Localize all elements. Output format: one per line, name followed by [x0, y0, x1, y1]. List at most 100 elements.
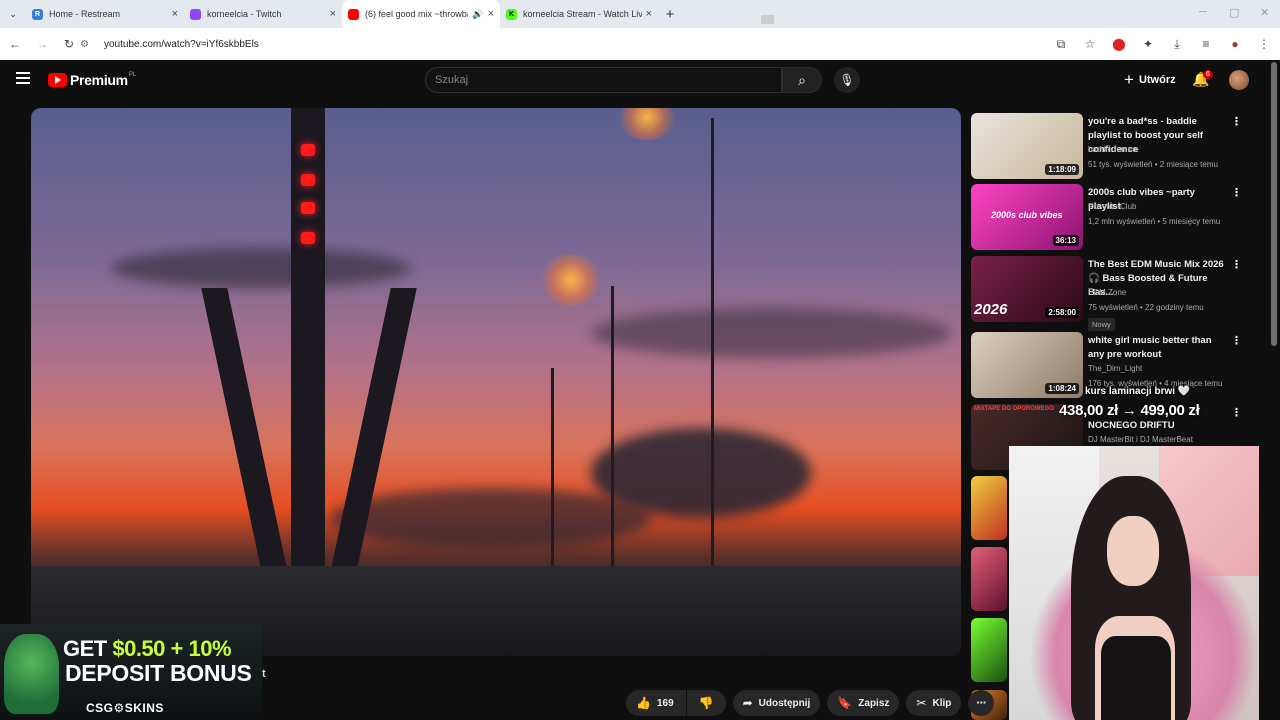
site-info-icon[interactable]: ⚙ [80, 39, 96, 50]
cloud-shape [331, 488, 651, 548]
more-options-icon[interactable]: ⋮ [1231, 186, 1242, 199]
youtube-premium-logo[interactable]: Premium PL [48, 72, 136, 88]
csgoskins-ad-banner[interactable]: GET $0.50 + 10% DEPOSIT BONUS CSG⚙SKINS [0, 624, 262, 720]
create-button[interactable]: + Utwórz [1116, 67, 1184, 93]
browser-tab-twitch[interactable]: korneelcia - Twitch × [184, 0, 342, 28]
more-options-icon[interactable]: ⋮ [1231, 406, 1242, 419]
pylon-red-light [301, 174, 315, 186]
video-thumbnail[interactable] [971, 547, 1007, 611]
close-tab-icon[interactable]: × [172, 8, 178, 20]
recommendation-item[interactable]: 2026 2:58:00 The Best EDM Music Mix 2026… [971, 256, 1261, 331]
video-thumbnail[interactable]: 2026 2:58:00 [971, 256, 1083, 322]
promo-text: kurs laminacji brwi 🤍 [1085, 386, 1191, 397]
new-tab-icon[interactable]: + [658, 0, 682, 28]
street-lamp-glow [541, 254, 601, 306]
save-button[interactable]: 🔖 Zapisz [827, 690, 900, 716]
save-label: Zapisz [858, 697, 890, 709]
browser-menu-icon[interactable]: ⋮ [1252, 32, 1276, 56]
cloud-shape [111, 248, 411, 288]
ad-mascot [4, 634, 59, 714]
menu-icon[interactable] [16, 72, 30, 84]
kick-favicon-icon: K [506, 8, 517, 20]
logo-text: Premium [70, 72, 128, 88]
ad-get-text: GET [63, 636, 113, 661]
downloads-icon[interactable]: ⤓ [1165, 32, 1189, 56]
toolbar-actions: ⧉ ☆ ⬤ ✦ ⤓ ≡ ● ⋮ [1044, 32, 1276, 56]
maximize-icon[interactable]: ▢ [1229, 6, 1239, 19]
video-title-fragment: t [262, 668, 266, 680]
like-button[interactable]: 👍 169 [626, 690, 686, 716]
bridge-pylon-leg [201, 288, 287, 568]
minimize-icon[interactable]: ─ [1199, 6, 1207, 18]
video-title[interactable]: white girl music better than any pre wor… [1088, 334, 1228, 362]
ad-brand: CSG⚙SKINS [86, 701, 164, 715]
channel-name[interactable]: Roseate Club [1088, 202, 1136, 211]
video-thumbnail[interactable] [971, 476, 1007, 540]
restream-favicon-icon: R [32, 8, 43, 20]
close-window-icon[interactable]: ✕ [1260, 6, 1269, 19]
video-title[interactable]: NOCNEGO DRIFTU [1088, 419, 1228, 433]
bookmark-star-icon[interactable]: ☆ [1078, 32, 1102, 56]
video-thumbnail[interactable]: 1:18:09 [971, 113, 1083, 179]
close-tab-icon[interactable]: × [646, 8, 652, 20]
share-button[interactable]: ➦ Udostępnij [732, 690, 821, 716]
address-bar[interactable]: ⚙ youtube.com/watch?v=iYf6skbbEls [80, 32, 1120, 56]
cloud-shape [591, 308, 951, 358]
close-tab-icon[interactable]: × [330, 8, 336, 20]
share-arrow-icon: ➦ [742, 696, 753, 710]
tab-title: (6) feel good mix ~throwba [365, 9, 469, 19]
keyboard-icon[interactable] [761, 15, 774, 24]
video-player[interactable] [31, 108, 961, 656]
account-avatar[interactable] [1229, 70, 1249, 90]
more-actions-button[interactable]: ⋯ [968, 690, 995, 716]
lamp-post [611, 286, 614, 586]
extensions-puzzle-icon[interactable]: ✦ [1136, 32, 1160, 56]
channel-name[interactable]: EDM Zone [1088, 288, 1126, 297]
reading-list-icon[interactable]: ≡ [1194, 32, 1218, 56]
more-options-icon[interactable]: ⋮ [1231, 334, 1242, 347]
ad-subheadline: DEPOSIT BONUS [65, 660, 252, 686]
video-thumbnail[interactable]: 2000s club vibes 36:13 [971, 184, 1083, 250]
more-options-icon[interactable]: ⋮ [1231, 115, 1242, 128]
new-badge: Nowy [1088, 318, 1115, 331]
voice-search-button[interactable]: 🎙 [834, 67, 860, 93]
forward-icon[interactable]: → [30, 32, 54, 56]
channel-name[interactable]: The_Dim_Light [1088, 364, 1142, 373]
close-tab-icon[interactable]: × [488, 8, 494, 20]
back-icon[interactable]: ← [3, 32, 27, 56]
extension-red-icon[interactable]: ⬤ [1107, 32, 1131, 56]
tab-title: korneelcia Stream - Watch Live [523, 9, 642, 19]
plus-icon: + [1124, 70, 1134, 89]
street-lamp-glow [617, 108, 677, 140]
browser-tab-youtube[interactable]: (6) feel good mix ~throwba 🔊 × [342, 0, 500, 28]
browser-tab-kick[interactable]: K korneelcia Stream - Watch Live × [500, 0, 658, 28]
pylon-red-light [301, 144, 315, 156]
search-input[interactable]: Szukaj [425, 67, 782, 93]
search-button[interactable]: ⌕ [782, 67, 822, 93]
notification-badge: 6 [1203, 70, 1213, 79]
channel-name[interactable]: DJ MasterBit i DJ MasterBeat [1088, 435, 1193, 444]
reload-icon[interactable]: ↻ [57, 32, 81, 56]
ad-amount: $0.50 + 10% [112, 636, 232, 661]
profile-avatar-icon[interactable]: ● [1223, 32, 1247, 56]
speaker-icon[interactable]: 🔊 [472, 9, 483, 20]
install-app-icon[interactable]: ⧉ [1049, 32, 1073, 56]
duration-badge: 1:08:24 [1045, 383, 1079, 394]
share-label: Udostępnij [758, 697, 811, 709]
page-scrollbar[interactable] [1271, 62, 1277, 346]
tab-title: Home - Restream [49, 9, 121, 19]
recommendation-item[interactable]: 2000s club vibes 36:13 2000s club vibes … [971, 184, 1261, 252]
thumbs-up-icon: 👍 [636, 696, 651, 710]
channel-name[interactable]: baddie femme [1088, 145, 1139, 154]
video-thumbnail[interactable]: 1:08:24 [971, 332, 1083, 398]
browser-tab-bar: ⌄ R Home - Restream × korneelcia - Twitc… [0, 0, 1280, 28]
url-text: youtube.com/watch?v=iYf6skbbEls [104, 38, 259, 50]
browser-tab-restream[interactable]: R Home - Restream × [26, 0, 184, 28]
browser-toolbar: ← → ↻ ⚙ youtube.com/watch?v=iYf6skbbEls … [0, 28, 1280, 60]
more-options-icon[interactable]: ⋮ [1231, 258, 1242, 271]
tab-search-chevron-icon[interactable]: ⌄ [0, 0, 26, 28]
recommendation-item[interactable]: 1:18:09 you're a bad*ss - baddie playlis… [971, 113, 1261, 181]
video-thumbnail[interactable] [971, 618, 1007, 682]
clip-button[interactable]: ✂ Klip [906, 690, 962, 716]
dislike-button[interactable]: 👎 [686, 690, 726, 716]
